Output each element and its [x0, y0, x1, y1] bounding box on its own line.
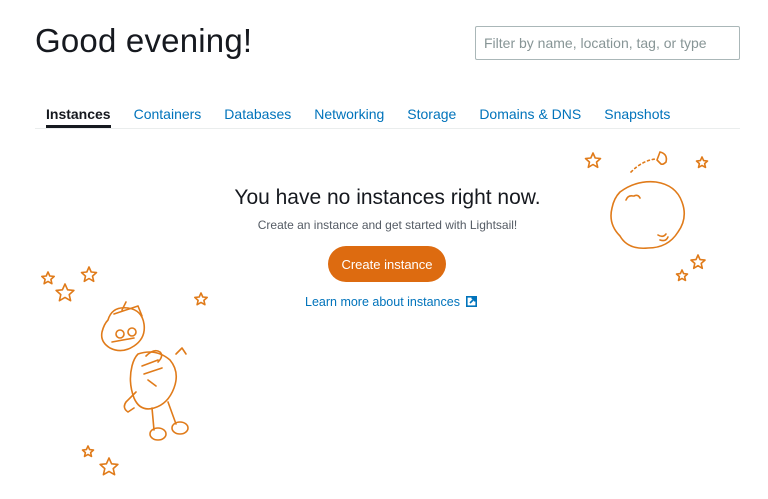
learn-more-label: Learn more about instances — [305, 295, 460, 309]
learn-more-link[interactable]: Learn more about instances — [305, 295, 478, 309]
tab-snapshots[interactable]: Snapshots — [604, 106, 670, 128]
robot-illustration — [41, 266, 208, 476]
tab-networking[interactable]: Networking — [314, 106, 384, 128]
tab-databases[interactable]: Databases — [224, 106, 291, 128]
star-icon — [584, 152, 602, 169]
tab-instances[interactable]: Instances — [46, 106, 111, 128]
external-link-icon — [466, 296, 478, 307]
filter-input[interactable] — [475, 26, 740, 60]
star-icon — [690, 254, 706, 270]
star-icon — [194, 292, 208, 306]
page-greeting: Good evening! — [35, 22, 253, 59]
tab-domains-dns[interactable]: Domains & DNS — [479, 106, 581, 128]
star-icon — [675, 269, 689, 282]
create-instance-button[interactable]: Create instance — [328, 246, 446, 282]
star-icon — [41, 271, 55, 285]
tab-storage[interactable]: Storage — [407, 106, 456, 128]
moon-illustration — [584, 151, 709, 282]
resource-tabs: Instances Containers Databases Networkin… — [35, 106, 740, 129]
star-icon — [80, 266, 98, 283]
star-icon — [695, 156, 709, 169]
star-icon — [99, 457, 119, 476]
tab-containers[interactable]: Containers — [134, 106, 202, 128]
star-icon — [81, 445, 95, 458]
star-icon — [55, 283, 75, 302]
